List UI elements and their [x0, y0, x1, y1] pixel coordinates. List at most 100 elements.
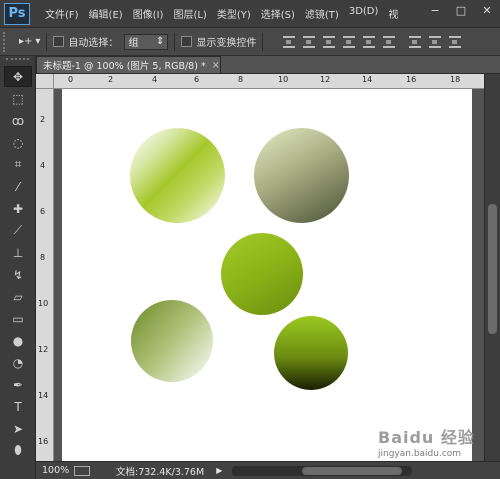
- watermark-url: jingyan.baidu.com: [378, 449, 462, 459]
- ruler-label: 16: [406, 75, 417, 84]
- ruler-origin[interactable]: [36, 74, 54, 89]
- photoshop-logo: Ps: [4, 2, 30, 25]
- eyedropper-tool-icon[interactable]: ⁄: [4, 176, 32, 197]
- divider: [262, 32, 264, 51]
- healing-brush-tool-icon[interactable]: ✚: [4, 198, 32, 219]
- document-info: 文档:732.4K/3.76M: [116, 466, 205, 478]
- quick-select-tool-icon[interactable]: ◌: [4, 132, 32, 153]
- ruler-label: 8: [40, 253, 46, 262]
- ellipse-tool-icon[interactable]: ⬮: [4, 440, 32, 461]
- ruler-label: 2: [108, 75, 114, 84]
- menu-filter[interactable]: 滤镜(T): [300, 6, 344, 21]
- document-tab[interactable]: 未标题-1 @ 100% (图片 5, RGB/8) * ×: [36, 56, 221, 73]
- ruler-label: 10: [38, 299, 49, 308]
- tool-preset-picker[interactable]: ▸+ ▾: [19, 36, 40, 47]
- dodge-tool-icon[interactable]: ◔: [4, 352, 32, 373]
- tools-panel-grip[interactable]: [6, 58, 29, 64]
- ruler-label: 4: [152, 75, 158, 84]
- menu-image[interactable]: 图像(I): [128, 6, 169, 21]
- move-tool-preset-icon: ▸+: [19, 36, 33, 47]
- align-vcenter-icon[interactable]: [303, 35, 316, 48]
- vertical-scroll-thumb[interactable]: [488, 204, 497, 334]
- canvas[interactable]: [62, 89, 472, 461]
- baidu-watermark: Baidu 经验 jingyan.baidu.com: [378, 424, 494, 464]
- lasso-tool-icon[interactable]: ꝏ: [4, 110, 32, 131]
- gradient-circle-layer[interactable]: [274, 316, 348, 390]
- options-bar: ▸+ ▾ 自动选择： 组 ⇕ 显示变换控件: [0, 28, 500, 56]
- auto-select-target-value: 组: [128, 38, 139, 49]
- auto-select-label: 自动选择：: [68, 38, 119, 49]
- minimize-button[interactable]: −: [426, 2, 444, 18]
- vertical-scrollbar[interactable]: [484, 74, 500, 461]
- align-hcenter-icon[interactable]: [363, 35, 376, 48]
- marquee-tool-icon[interactable]: ⬚: [4, 88, 32, 109]
- close-button[interactable]: ✕: [478, 2, 496, 18]
- divider: [174, 32, 176, 51]
- blur-tool-icon[interactable]: ●: [4, 330, 32, 351]
- menu-view[interactable]: 视: [383, 6, 403, 21]
- align-left-icon[interactable]: [343, 35, 356, 48]
- align-buttons: [283, 35, 396, 48]
- align-bottom-icon[interactable]: [323, 35, 336, 48]
- ruler-label: 12: [320, 75, 331, 84]
- gradient-circle-layer[interactable]: [131, 300, 213, 382]
- clone-stamp-tool-icon[interactable]: ⊥: [4, 242, 32, 263]
- distribute-buttons: [409, 35, 462, 48]
- ruler-label: 6: [194, 75, 200, 84]
- distribute-vcenter-icon[interactable]: [429, 35, 442, 48]
- document-tab-title: 未标题-1 @ 100% (图片 5, RGB/8) *: [43, 61, 206, 72]
- vertical-ruler[interactable]: 2 4 6 8 10 12 14 16: [36, 89, 54, 461]
- ruler-label: 12: [38, 345, 49, 354]
- auto-select-checkbox[interactable]: [53, 36, 65, 47]
- menu-3d[interactable]: 3D(D): [344, 6, 384, 21]
- proof-setup-icon[interactable]: [74, 465, 90, 476]
- menu-bar: Ps 文件(F) 编辑(E) 图像(I) 图层(L) 类型(Y) 选择(S) 滤…: [0, 0, 500, 28]
- main-menu: 文件(F) 编辑(E) 图像(I) 图层(L) 类型(Y) 选择(S) 滤镜(T…: [40, 6, 403, 21]
- move-tool-icon[interactable]: ✥: [4, 66, 32, 87]
- zoom-level[interactable]: 100%: [36, 465, 70, 476]
- brush-tool-icon[interactable]: ⟋: [4, 220, 32, 241]
- eraser-tool-icon[interactable]: ▱: [4, 286, 32, 307]
- distribute-bottom-icon[interactable]: [449, 35, 462, 48]
- ruler-label: 0: [68, 75, 74, 84]
- align-right-icon[interactable]: [383, 35, 396, 48]
- pen-tool-icon[interactable]: ✒: [4, 374, 32, 395]
- divider: [46, 32, 48, 51]
- chevron-down-icon: ▾: [35, 36, 41, 47]
- auto-select-target-dropdown[interactable]: 组 ⇕: [124, 33, 169, 50]
- gradient-tool-icon[interactable]: ▭: [4, 308, 32, 329]
- restore-button[interactable]: □: [452, 2, 470, 18]
- horizontal-ruler[interactable]: 0 2 4 6 8 10 12 14 16 18: [54, 74, 484, 89]
- menu-type[interactable]: 类型(Y): [212, 6, 256, 21]
- menu-edit[interactable]: 编辑(E): [84, 6, 128, 21]
- ruler-label: 8: [238, 75, 244, 84]
- menu-file[interactable]: 文件(F): [40, 6, 84, 21]
- ruler-label: 2: [40, 115, 46, 124]
- options-bar-grip[interactable]: [3, 31, 9, 52]
- document-workspace[interactable]: [54, 89, 484, 461]
- history-brush-tool-icon[interactable]: ↯: [4, 264, 32, 285]
- ruler-label: 6: [40, 207, 46, 216]
- ruler-label: 16: [38, 437, 49, 446]
- menu-select[interactable]: 选择(S): [256, 6, 300, 21]
- ruler-label: 10: [278, 75, 289, 84]
- path-selection-tool-icon[interactable]: ➤: [4, 418, 32, 439]
- align-top-icon[interactable]: [283, 35, 296, 48]
- gradient-circle-layer[interactable]: [221, 233, 303, 315]
- ruler-label: 14: [38, 391, 49, 400]
- close-tab-icon[interactable]: ×: [212, 60, 220, 71]
- updown-arrow-icon: ⇕: [156, 36, 165, 47]
- horizontal-scrollbar[interactable]: [232, 465, 413, 476]
- window-controls: − □ ✕: [426, 2, 496, 18]
- distribute-top-icon[interactable]: [409, 35, 422, 48]
- status-menu-arrow-icon[interactable]: ▶: [216, 466, 222, 475]
- menu-layer[interactable]: 图层(L): [168, 6, 211, 21]
- type-tool-icon[interactable]: T: [4, 396, 32, 417]
- ruler-label: 14: [362, 75, 373, 84]
- gradient-circle-layer[interactable]: [254, 128, 349, 223]
- crop-tool-icon[interactable]: ⌗: [4, 154, 32, 175]
- gradient-circle-layer[interactable]: [130, 128, 225, 223]
- ruler-label: 18: [450, 75, 461, 84]
- show-transform-checkbox[interactable]: [181, 36, 193, 47]
- horizontal-scroll-thumb[interactable]: [302, 466, 403, 475]
